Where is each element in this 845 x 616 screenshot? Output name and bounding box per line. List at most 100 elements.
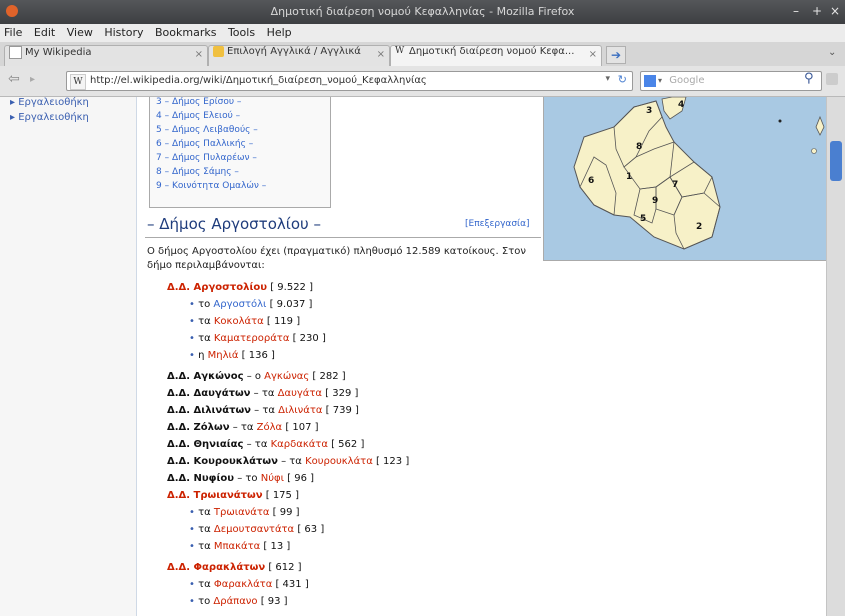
maximize-button[interactable]: + [812, 4, 822, 18]
map-label: 1 [626, 172, 632, 182]
page-icon [9, 46, 22, 59]
toc-item[interactable]: 6 – Δήμος Παλλικής – [156, 139, 253, 149]
population-count: [ 175 ] [262, 490, 299, 501]
population-count: [ 739 ] [322, 405, 359, 416]
settlement-link[interactable]: Μπακάτα [214, 541, 260, 552]
bullet-icon: • [189, 299, 199, 310]
vertical-scrollbar[interactable] [826, 97, 845, 616]
population-count: [ 107 ] [282, 422, 319, 433]
municipality-map[interactable]: 3 4 8 1 6 7 9 5 2 [543, 97, 826, 261]
settlement-link[interactable]: Αγκώνας [264, 371, 309, 382]
district-name[interactable]: Δ.Δ. Αργοστολίου [167, 282, 267, 293]
toc-item[interactable]: 8 – Δήμος Σάμης – [156, 167, 239, 177]
district-name[interactable]: Δ.Δ. Τρωιανάτων [167, 490, 263, 501]
search-icon[interactable]: ⚲ [804, 71, 814, 86]
reload-icon[interactable]: ↻ [618, 73, 627, 86]
bullet-icon: • [189, 596, 199, 607]
menu-file[interactable]: File [0, 24, 26, 41]
settlement-link[interactable]: Καματεροράτα [214, 333, 290, 344]
close-button[interactable]: × [830, 4, 840, 18]
close-tab-icon[interactable]: × [589, 49, 597, 60]
settlement-link[interactable]: Φαρακλάτα [214, 579, 272, 590]
new-tab-button[interactable]: ➔ [606, 46, 626, 64]
settlement-link[interactable]: Καρδακάτα [271, 439, 328, 450]
population-count: [ 96 ] [283, 473, 315, 484]
settlement-row: • τα Φαρακλάτα [ 431 ] [189, 579, 309, 590]
section-heading: – Δήμος Αργοστολίου – [147, 215, 321, 233]
population-count: [ 119 ] [263, 316, 301, 327]
map-label: 8 [636, 142, 642, 152]
bullet-icon: • [189, 316, 199, 327]
menu-tools[interactable]: Tools [224, 24, 259, 41]
table-of-contents: 3 – Δήμος Ερίσου – 4 – Δήμος Ελειού – 5 … [149, 97, 331, 208]
close-tab-icon[interactable]: × [377, 49, 385, 60]
district-name: Δ.Δ. Θηνιαίας [167, 439, 244, 450]
district-name: Δ.Δ. Νυφίου [167, 473, 235, 484]
minimize-button[interactable]: – [793, 4, 799, 18]
menu-bookmarks[interactable]: Bookmarks [151, 24, 220, 41]
translate-icon [213, 46, 224, 57]
forward-icon[interactable]: ▸ [30, 74, 35, 85]
tab-wikipedia-article[interactable]: W Δημοτική διαίρεση νομού Κεφα... × [390, 45, 602, 66]
settlement-link[interactable]: Τρωιανάτα [214, 507, 270, 518]
settlement-row: • το Δράπανο [ 93 ] [189, 596, 288, 607]
settlement-row: • τα Κοκολάτα [ 119 ] [189, 316, 301, 327]
scrollbar-thumb[interactable] [830, 141, 842, 181]
tab-list-icon[interactable]: ⌄ [828, 47, 836, 58]
settlement-link[interactable]: Κοκολάτα [214, 316, 264, 327]
window-titlebar: Δημοτική διαίρεση νομού Κεφαλληνίας - Mo… [0, 0, 845, 24]
menu-help[interactable]: Help [263, 24, 296, 41]
navigation-bar: ⇦ ▸ Whttp://el.wikipedia.org/wiki/Δημοτι… [0, 66, 845, 97]
map-label: 2 [696, 222, 702, 232]
url-dropdown-icon[interactable]: ▾ [605, 74, 610, 84]
toc-item[interactable]: 7 – Δήμος Πυλαρέων – [156, 153, 257, 163]
kefalonia-map-image: 3 4 8 1 6 7 9 5 2 [573, 97, 825, 250]
district-name: Δ.Δ. Αγκώνος [167, 371, 244, 382]
article-body: 3 – Δήμος Ερίσου – 4 – Δήμος Ελειού – 5 … [136, 97, 826, 616]
settlement-link[interactable]: Μηλιά [208, 350, 239, 361]
url-bar[interactable]: Whttp://el.wikipedia.org/wiki/Δημοτική_δ… [66, 71, 633, 91]
sidebar-item-toolbox[interactable]: ▸ Εργαλειοθήκη [10, 112, 89, 123]
settlement-link[interactable]: Ζόλα [257, 422, 282, 433]
municipal-district-row: Δ.Δ. Φαρακλάτων [ 612 ] [167, 562, 302, 573]
settlement-row: • το Αργοστόλι [ 9.037 ] [189, 299, 313, 310]
close-tab-icon[interactable]: × [195, 49, 203, 60]
addon-icon[interactable] [826, 73, 838, 85]
district-name[interactable]: Δ.Δ. Φαρακλάτων [167, 562, 265, 573]
tab-my-wikipedia[interactable]: My Wikipedia × [4, 45, 208, 66]
settlement-link[interactable]: Δεμουτσαντάτα [214, 524, 294, 535]
sidebar-item-toolbox-top[interactable]: ▸ Εργαλειοθήκη [10, 97, 89, 108]
municipal-district-row: Δ.Δ. Ζόλων – τα Ζόλα [ 107 ] [167, 422, 319, 433]
wikipedia-icon: W [395, 46, 405, 56]
tab-translate[interactable]: Επιλογή Αγγλικά / Αγγλικά × [208, 45, 390, 66]
toc-item[interactable]: 5 – Δήμος Λειβαθούς – [156, 125, 258, 135]
toc-item[interactable]: 3 – Δήμος Ερίσου – [156, 97, 241, 107]
settlement-link[interactable]: Διλινάτα [278, 405, 322, 416]
settlement-link[interactable]: Νύφι [261, 473, 284, 484]
settlement-row: • τα Δεμουτσαντάτα [ 63 ] [189, 524, 325, 535]
menu-history[interactable]: History [100, 24, 147, 41]
toc-item[interactable]: 4 – Δήμος Ελειού – [156, 111, 240, 121]
population-count: [ 9.037 ] [266, 299, 313, 310]
settlement-link[interactable]: Αργοστόλι [213, 299, 266, 310]
population-count: [ 123 ] [372, 456, 410, 467]
settlement-link[interactable]: Κουρουκλάτα [305, 456, 373, 467]
search-engine-dropdown-icon[interactable]: ▾ [658, 76, 662, 85]
back-icon[interactable]: ⇦ [8, 71, 20, 87]
search-bar[interactable]: ▾ Google [640, 71, 822, 91]
toc-item[interactable]: 9 – Κοινότητα Ομαλών – [156, 181, 266, 191]
edit-section-link[interactable]: [Επεξεργασία] [465, 219, 530, 229]
menu-view[interactable]: View [63, 24, 97, 41]
window-title: Δημοτική διαίρεση νομού Κεφαλληνίας - Mo… [270, 5, 575, 18]
population-count: [ 431 ] [272, 579, 309, 590]
search-placeholder: Google [669, 75, 705, 86]
settlement-link[interactable]: Δαυγάτα [278, 388, 322, 399]
site-identity-icon: W [70, 74, 86, 90]
map-label: 4 [678, 100, 684, 110]
menu-bar: File Edit View History Bookmarks Tools H… [0, 24, 845, 42]
municipal-district-row: Δ.Δ. Διλινάτων – τα Διλινάτα [ 739 ] [167, 405, 359, 416]
menu-edit[interactable]: Edit [30, 24, 59, 41]
map-label: 3 [646, 106, 652, 116]
settlement-link[interactable]: Δράπανο [213, 596, 257, 607]
map-label: 9 [652, 196, 658, 206]
